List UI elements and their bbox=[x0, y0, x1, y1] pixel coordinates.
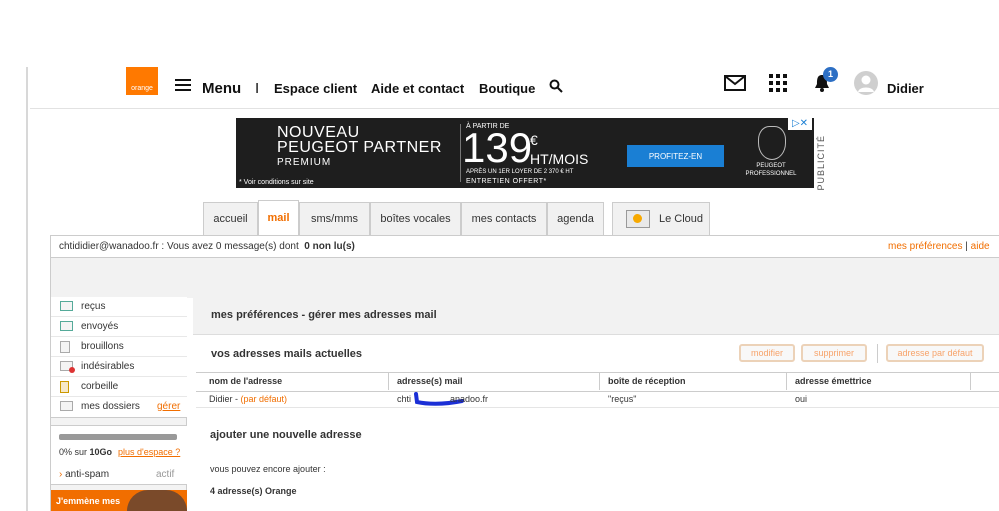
ad-banner[interactable]: NOUVEAU PEUGEOT PARTNER PREMIUM * Voir co… bbox=[236, 118, 814, 188]
col-sender[interactable]: adresse émettrice bbox=[795, 376, 872, 386]
antispam-status: actif bbox=[156, 469, 175, 480]
folder-recus[interactable]: reçus bbox=[51, 297, 187, 317]
col-mail[interactable]: adresse(s) mail bbox=[397, 376, 463, 386]
promo-banner[interactable]: J'emmène mes bbox=[51, 490, 187, 511]
tab-accueil[interactable]: accueil bbox=[203, 202, 258, 235]
folder-envoyes[interactable]: envoyés bbox=[51, 317, 187, 337]
folder-label: reçus bbox=[81, 301, 106, 312]
inbox-icon bbox=[60, 301, 73, 311]
quota-bar bbox=[59, 434, 177, 440]
folder-list: reçus envoyés brouillons indésirables co… bbox=[51, 297, 187, 418]
user-name[interactable]: Didier bbox=[887, 81, 924, 96]
ad-brand: PEUGEOT PROFESSIONNEL bbox=[745, 163, 797, 177]
folder-label: brouillons bbox=[81, 341, 124, 352]
peugeot-lion-icon bbox=[758, 126, 786, 160]
row-name[interactable]: Didier - (par défaut) bbox=[209, 394, 287, 404]
tab-mail[interactable]: mail bbox=[258, 200, 299, 235]
row-mail-start: chti bbox=[397, 394, 412, 404]
page-title: mes préférences - gérer mes adresses mai… bbox=[211, 309, 437, 321]
search-icon[interactable] bbox=[549, 79, 563, 93]
folder-label: envoyés bbox=[81, 321, 119, 332]
table-header bbox=[196, 372, 999, 392]
spam-icon bbox=[60, 361, 75, 373]
tab-agenda[interactable]: agenda bbox=[547, 202, 604, 235]
mail-icon[interactable] bbox=[724, 75, 746, 91]
account-links: mes préférences | aide bbox=[888, 241, 990, 252]
folder-brouillons[interactable]: brouillons bbox=[51, 337, 187, 357]
ad-line2: PEUGEOT PARTNER bbox=[277, 139, 442, 156]
header-divider bbox=[30, 108, 999, 109]
current-addresses-title: vos adresses mails actuelles bbox=[211, 348, 363, 360]
logo-text: orange bbox=[131, 85, 153, 92]
manage-folders-link[interactable]: gérer bbox=[157, 401, 180, 412]
folder-icon bbox=[60, 401, 73, 411]
ad-per-month: HT/MOIS bbox=[530, 151, 589, 167]
storage-quota: 0% sur 10Go plus d'espace ? › anti-spam … bbox=[51, 425, 187, 485]
ad-after: APRÈS UN 1ER LOYER DE 2 370 € HT bbox=[466, 169, 574, 175]
cloud-icon bbox=[626, 210, 650, 228]
ad-publicite-label: PUBLICITÉ bbox=[816, 135, 826, 191]
nav-aide-contact[interactable]: Aide et contact bbox=[371, 81, 464, 96]
can-add-text: vous pouvez encore ajouter : bbox=[210, 464, 326, 474]
folder-corbeille[interactable]: corbeille bbox=[51, 377, 187, 397]
folder-label: indésirables bbox=[81, 361, 135, 372]
modify-button[interactable]: modifier bbox=[739, 344, 795, 362]
hamburger-icon[interactable] bbox=[175, 79, 191, 92]
row-inbox: "reçus" bbox=[608, 394, 637, 404]
notification-badge: 1 bbox=[823, 67, 838, 82]
ad-line3: PREMIUM bbox=[277, 157, 332, 168]
button-separator bbox=[877, 344, 878, 363]
avatar[interactable] bbox=[854, 71, 878, 95]
link-separator: | bbox=[965, 241, 968, 252]
ad-choices-icon[interactable]: ▷✕ bbox=[788, 118, 812, 130]
sidebar: reçus envoyés brouillons indésirables co… bbox=[50, 297, 187, 511]
table-row-divider bbox=[196, 407, 999, 408]
more-space-link[interactable]: plus d'espace ? bbox=[118, 447, 180, 457]
tab-boites-vocales[interactable]: boîtes vocales bbox=[370, 202, 461, 235]
apps-grid-icon[interactable] bbox=[769, 74, 787, 92]
ad-cta-button[interactable]: PROFITEZ-EN bbox=[627, 145, 724, 167]
quota-text: 0% sur 10Go bbox=[59, 447, 113, 457]
ad-separator bbox=[460, 124, 461, 182]
ad-conditions: * Voir conditions sur site bbox=[239, 179, 314, 186]
nav-separator: I bbox=[255, 80, 260, 97]
draft-icon bbox=[60, 341, 70, 353]
col-name[interactable]: nom de l'adresse bbox=[209, 376, 282, 386]
tab-mes-contacts[interactable]: mes contacts bbox=[461, 202, 547, 235]
promo-text: J'emmène mes bbox=[56, 496, 121, 506]
row-mail-end: anadoo.fr bbox=[450, 394, 489, 404]
ad-title: NOUVEAU PEUGEOT PARTNER bbox=[277, 125, 442, 156]
sent-icon bbox=[60, 321, 73, 331]
account-status: chtididier@wanadoo.fr : Vous avez 0 mess… bbox=[59, 241, 355, 252]
help-link[interactable]: aide bbox=[971, 241, 990, 252]
folder-label: mes dossiers bbox=[81, 401, 140, 412]
promo-image bbox=[127, 490, 187, 511]
nav-boutique[interactable]: Boutique bbox=[479, 81, 535, 96]
folder-label: corbeille bbox=[81, 381, 119, 392]
nav-espace-client[interactable]: Espace client bbox=[274, 81, 357, 96]
folder-indesirables[interactable]: indésirables bbox=[51, 357, 187, 377]
menu-label[interactable]: Menu bbox=[202, 80, 241, 97]
preferences-link[interactable]: mes préférences bbox=[888, 241, 962, 252]
delete-button[interactable]: supprimer bbox=[801, 344, 867, 362]
ad-price: 139 bbox=[462, 124, 533, 171]
tab-le-cloud[interactable]: Le Cloud bbox=[612, 202, 710, 235]
orange-logo[interactable]: orange bbox=[126, 67, 158, 95]
row-sender: oui bbox=[795, 394, 808, 404]
trash-icon bbox=[60, 381, 69, 393]
folder-mes-dossiers[interactable]: mes dossiers gérer bbox=[51, 397, 187, 417]
ad-euro: € bbox=[530, 132, 538, 148]
account-text: chtididier@wanadoo.fr : Vous avez 0 mess… bbox=[59, 241, 299, 252]
tab-le-cloud-label: Le Cloud bbox=[659, 213, 704, 225]
add-address-title: ajouter une nouvelle adresse bbox=[210, 429, 362, 441]
default-address-button[interactable]: adresse par défaut bbox=[886, 344, 984, 362]
remaining-count: 4 adresse(s) Orange bbox=[210, 486, 297, 496]
unread-count: 0 non lu(s) bbox=[304, 241, 355, 252]
page-left-border bbox=[26, 67, 28, 511]
tab-sms-mms[interactable]: sms/mms bbox=[299, 202, 370, 235]
col-inbox[interactable]: boîte de réception bbox=[608, 376, 686, 386]
ad-offer: ENTRETIEN OFFERT* bbox=[466, 178, 547, 185]
antispam-label[interactable]: › anti-spam bbox=[59, 469, 109, 480]
